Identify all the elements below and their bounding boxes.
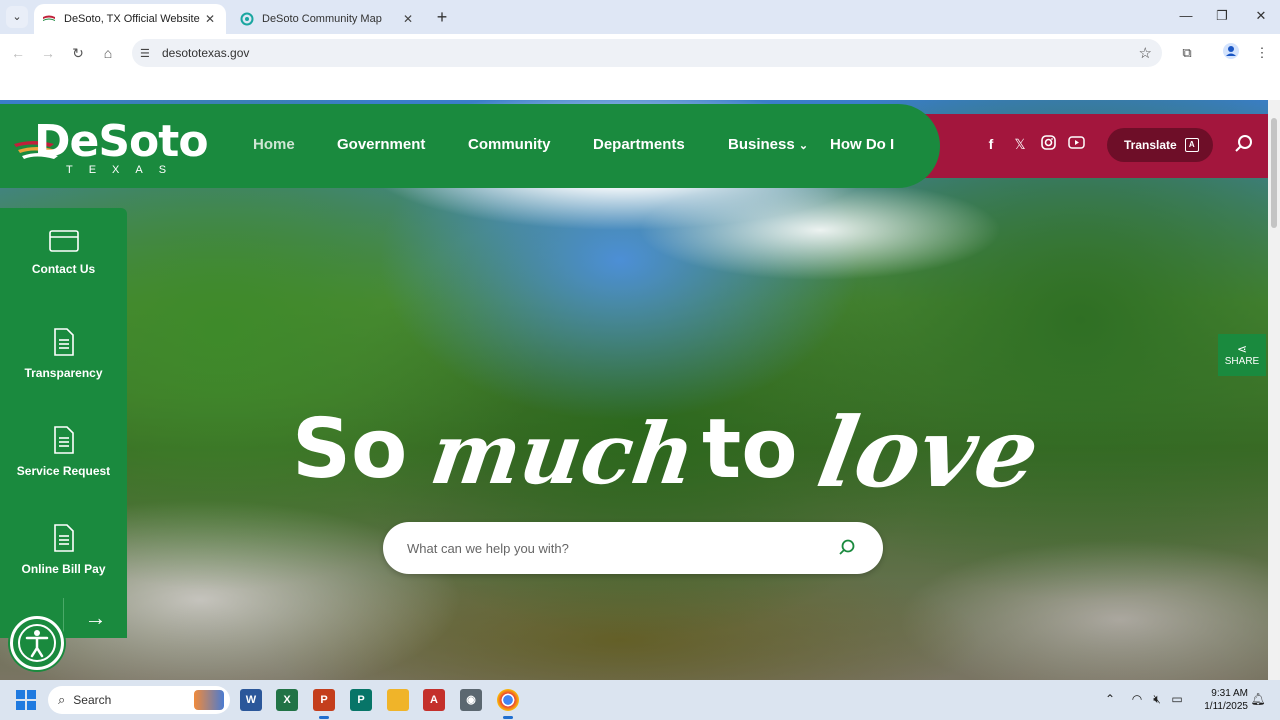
youtube-icon[interactable] [1067, 135, 1085, 153]
tab-title: DeSoto, TX Official Website [64, 13, 200, 25]
page-scrollbar[interactable] [1268, 100, 1280, 680]
browser-menu-icon[interactable]: ⋮ [1252, 43, 1272, 63]
reload-icon[interactable]: ↻ [68, 43, 88, 63]
site-search-bar [383, 522, 883, 574]
quick-links-panel: Contact Us Transparency Service Request … [0, 208, 127, 602]
restore-icon[interactable]: ❐ [1212, 8, 1232, 24]
taskbar-search[interactable]: ⌕ Search [48, 686, 230, 714]
search-icon: ⌕ [58, 692, 66, 707]
translate-label: Translate [1124, 138, 1177, 152]
map-favicon-icon [240, 12, 254, 26]
quick-link-label: Transparency [24, 366, 103, 380]
nav-business[interactable]: Business ⌄ [728, 136, 808, 153]
nav-government[interactable]: Government [337, 136, 425, 153]
document-icon [53, 426, 74, 454]
tab-list-button[interactable]: ⌄ [6, 6, 28, 28]
taskbar-clock[interactable]: 9:31 AM 1/11/2025 [1194, 687, 1248, 713]
project-icon[interactable]: P [350, 689, 372, 711]
site-search-input[interactable] [407, 536, 827, 560]
nav-home[interactable]: Home [253, 136, 295, 153]
chrome-icon[interactable] [497, 689, 519, 719]
nav-how-do-i[interactable]: How Do I [830, 136, 894, 153]
tab-desoto-website[interactable]: DeSoto, TX Official Website ✕ [34, 4, 226, 34]
browser-tab-bar: ⌄ DeSoto, TX Official Website ✕ DeSoto C… [0, 0, 1280, 34]
url-text: desototexas.gov [162, 46, 250, 60]
powerpoint-icon[interactable]: P [313, 689, 335, 719]
volume-muted-icon[interactable]: 🔇︎ [1149, 692, 1165, 707]
nav-community[interactable]: Community [468, 136, 551, 153]
chevron-down-icon: ⌄ [798, 140, 809, 152]
address-bar[interactable]: ☰ desototexas.gov ☆ [132, 39, 1162, 67]
x-icon[interactable]: 𝕏 [1011, 135, 1029, 153]
desoto-logo[interactable]: DeSoto TEXAS [14, 116, 214, 176]
instagram-icon[interactable] [1039, 135, 1057, 153]
quick-link-label: Service Request [16, 464, 111, 478]
forward-icon[interactable]: → [38, 43, 58, 63]
profile-icon[interactable] [1221, 43, 1241, 63]
share-label: SHARE [1224, 356, 1260, 367]
close-tab-icon[interactable]: ✕ [202, 12, 218, 26]
quick-link-online-bill-pay[interactable]: Online Bill Pay [0, 524, 127, 578]
translate-icon: A [1184, 138, 1199, 152]
accessibility-button[interactable] [10, 616, 64, 670]
clock-date: 1/11/2025 [1204, 701, 1248, 712]
quick-link-label: Online Bill Pay [21, 562, 106, 576]
scrollbar-thumb[interactable] [1271, 118, 1277, 228]
site-info-icon[interactable]: ☰ [140, 47, 156, 60]
camera-icon[interactable]: ◉ [460, 689, 482, 711]
browser-toolbar: ← → ↻ ⌂ ☰ desototexas.gov ☆ ⧉ ⋮ [0, 34, 1280, 72]
back-icon[interactable]: ← [8, 43, 28, 63]
tab-title: DeSoto Community Map [262, 13, 382, 25]
word-icon[interactable]: W [240, 689, 262, 711]
translate-button[interactable]: Translate A [1107, 128, 1213, 162]
close-tab-icon[interactable]: ✕ [400, 12, 416, 26]
home-icon[interactable]: ⌂ [98, 43, 118, 63]
notifications-icon[interactable]: 🔔︎ [1250, 692, 1266, 706]
search-icon[interactable] [837, 538, 857, 558]
search-icon[interactable] [1234, 134, 1254, 154]
close-window-icon[interactable]: ✕ [1251, 8, 1271, 24]
access-icon[interactable]: A [423, 689, 445, 711]
tagline-much: much [425, 404, 702, 503]
tagline-to: to [702, 402, 798, 497]
search-highlight-icon [194, 690, 224, 710]
extensions-icon[interactable]: ⧉ [1177, 43, 1197, 63]
new-tab-button[interactable]: + [432, 7, 452, 27]
quick-link-service-request[interactable]: Service Request [0, 426, 127, 480]
nav-business-label: Business [728, 136, 795, 153]
id-card-icon [48, 230, 79, 252]
share-button[interactable]: ⋖ SHARE [1218, 334, 1266, 376]
quick-link-label: Contact Us [31, 262, 96, 276]
share-icon: ⋖ [1236, 342, 1248, 356]
tab-community-map[interactable]: DeSoto Community Map ✕ [232, 4, 424, 34]
windows-start-icon[interactable] [16, 690, 36, 710]
facebook-icon[interactable]: f [982, 135, 1000, 153]
windows-taskbar: ⌕ Search W X P P A ◉ ⌃ ◠ 🔇︎ ▭ 9:31 AM 1/… [0, 680, 1280, 720]
quick-links-next-icon[interactable]: → [64, 598, 127, 638]
nav-departments[interactable]: Departments [593, 136, 685, 153]
hero-tagline: So much to love [292, 396, 1047, 512]
excel-icon[interactable]: X [276, 689, 298, 711]
taskbar-search-label: Search [73, 693, 112, 707]
minimize-icon[interactable]: — [1176, 8, 1196, 23]
document-icon [53, 328, 74, 356]
desoto-favicon-icon [43, 15, 55, 21]
quick-link-transparency[interactable]: Transparency [0, 328, 127, 382]
file-explorer-icon[interactable] [387, 689, 409, 711]
battery-icon[interactable]: ▭ [1169, 692, 1185, 706]
tagline-so: So [292, 402, 408, 497]
clock-time: 9:31 AM [1211, 688, 1248, 699]
show-hidden-icons-icon[interactable]: ⌃ [1102, 692, 1118, 706]
bookmark-star-icon[interactable]: ☆ [1139, 44, 1152, 62]
accessibility-icon [18, 624, 56, 662]
logo-wordmark: DeSoto [34, 116, 209, 167]
quick-link-contact-us[interactable]: Contact Us [0, 230, 127, 278]
document-icon [53, 524, 74, 552]
tagline-love: love [810, 396, 1048, 509]
logo-subtitle: TEXAS [66, 164, 183, 176]
webpage: DeSoto TEXAS Home Government Community D… [0, 72, 1268, 680]
wifi-icon[interactable]: ◠ [1129, 692, 1145, 706]
